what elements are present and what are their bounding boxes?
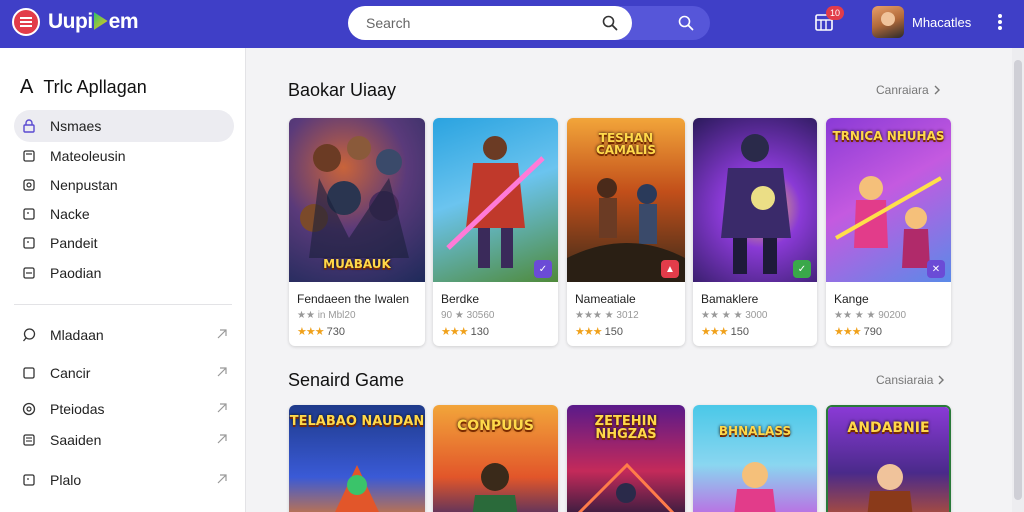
sidebar: A Trlc Apllagan Nsmaes Mateoleusin Nenpu… [0,48,246,512]
warning-icon: ▲ [661,260,679,278]
search-icon[interactable] [602,15,618,31]
menu-icon[interactable] [12,8,40,36]
gear-icon [22,402,36,416]
user-name[interactable]: Mhacatles [912,15,971,30]
rating: ★★★ 790 [834,326,882,338]
game-card[interactable]: CONPUUS [433,405,558,512]
game-card[interactable]: TESHAN CAMALIS ▲ Nameatiale ★★★ ★ 3012 ★… [567,118,685,346]
sidebar-item-saaiden[interactable]: Saaiden [14,424,234,456]
see-all-link[interactable]: Canraiara [876,83,941,97]
sidebar-item-nsmaes[interactable]: Nsmaes [14,110,234,142]
brand-play-icon [93,12,108,30]
game-card[interactable]: TRNICA NHUHAS ✕ Kange ★★ ★ ★ 90200 ★★★ 79… [826,118,951,346]
game-cover-image: CONPUUS [433,405,558,512]
chevron-right-icon [217,434,227,444]
rating: ★★★ 150 [575,326,623,338]
brand-name: Uupi em [48,10,139,33]
sidebar-item-mateoleusin[interactable]: Mateoleusin [14,140,234,172]
game-card[interactable]: ANDABNIE [826,405,951,512]
game-cover-image: TESHAN CAMALIS [567,118,685,282]
square-icon [22,266,36,280]
search-bar [348,6,710,40]
scrollbar[interactable] [1012,48,1024,512]
sidebar-item-paodian[interactable]: Paodian [14,257,234,289]
chevron-right-icon [217,329,227,339]
square-icon [22,207,36,221]
square-icon [22,366,36,380]
app-letter-icon: A [20,76,34,98]
card-icon [22,149,36,163]
chevron-right-icon [938,375,945,385]
game-cover-image: ZETEHIN NHGZAS [567,405,685,512]
rating: ★★★ 130 [441,326,489,338]
star-rating-icon: ★★★ [297,326,325,338]
close-icon: ✕ [927,260,945,278]
game-card[interactable]: ZETEHIN NHGZAS [567,405,685,512]
chat-icon [22,328,36,342]
sidebar-item-pandeit[interactable]: Pandeit [14,227,234,259]
sidebar-item-plalo[interactable]: Plalo [14,464,234,496]
game-card[interactable]: TELABAO NAUDAN [289,405,425,512]
rating: ★★★ 150 [701,326,749,338]
more-options-icon[interactable] [994,12,1006,32]
star-rating-icon: ★★★ [834,326,862,338]
game-cover-image: TRNICA NHUHAS [826,118,951,282]
star-rating-icon: ★★★ [701,326,729,338]
lock-icon [22,119,36,133]
top-bar: Uupiem 10 Mhacatles [0,0,1024,48]
sidebar-item-cancir[interactable]: Cancir [14,357,234,389]
section-title: Baokar Uiaay [288,80,397,100]
list-icon [22,433,36,447]
gear-icon [22,178,36,192]
game-cover-image: BHNALASS [693,405,817,512]
sidebar-item-mladaan[interactable]: Mladaan [14,319,234,351]
square-icon [22,236,36,250]
game-cover-image: TELABAO NAUDAN [289,405,425,512]
chevron-right-icon [217,474,227,484]
search-submit-icon[interactable] [678,15,694,31]
game-cover-image [693,118,817,282]
star-rating-icon: ★★★ [441,326,469,338]
main-content: Baokar Uiaay Canraiara MUABAUK Fendaeen … [248,48,1012,512]
game-card[interactable]: ✓ Bamaklere ★★ ★ ★ 3000 ★★★ 150 [693,118,817,346]
star-rating-icon: ★★★ [575,326,603,338]
sidebar-title: A Trlc Apllagan [20,76,147,98]
game-cover-image: ANDABNIE [828,407,949,512]
sidebar-item-nenpustan[interactable]: Nenpustan [14,169,234,201]
cart-count-badge: 10 [826,6,844,20]
game-card[interactable]: ✓ Berdke 90 ★ 30560 ★★★ 130 [433,118,558,346]
square-icon [22,473,36,487]
game-card[interactable]: MUABAUK Fendaeen the Iwalen ★★ in Mbl20 … [289,118,425,346]
search-input[interactable] [348,6,632,40]
game-cover-image: MUABAUK [289,118,425,282]
check-icon: ✓ [534,260,552,278]
check-icon: ✓ [793,260,811,278]
rating: ★★★ 730 [297,326,345,338]
sidebar-divider [14,304,232,305]
avatar[interactable] [872,6,904,38]
see-all-link[interactable]: Cansiaraia [876,373,945,387]
chevron-right-icon [217,403,227,413]
sidebar-item-pteiodas[interactable]: Pteiodas [14,393,234,425]
chevron-right-icon [934,85,940,95]
game-card[interactable]: BHNALASS [693,405,817,512]
scroll-thumb[interactable] [1014,60,1022,500]
chevron-right-icon [217,367,227,377]
sidebar-item-nacke[interactable]: Nacke [14,198,234,230]
section-title: Senaird Game [288,370,405,390]
app-logo[interactable]: Uupi em [12,8,139,36]
game-cover-image [433,118,558,282]
